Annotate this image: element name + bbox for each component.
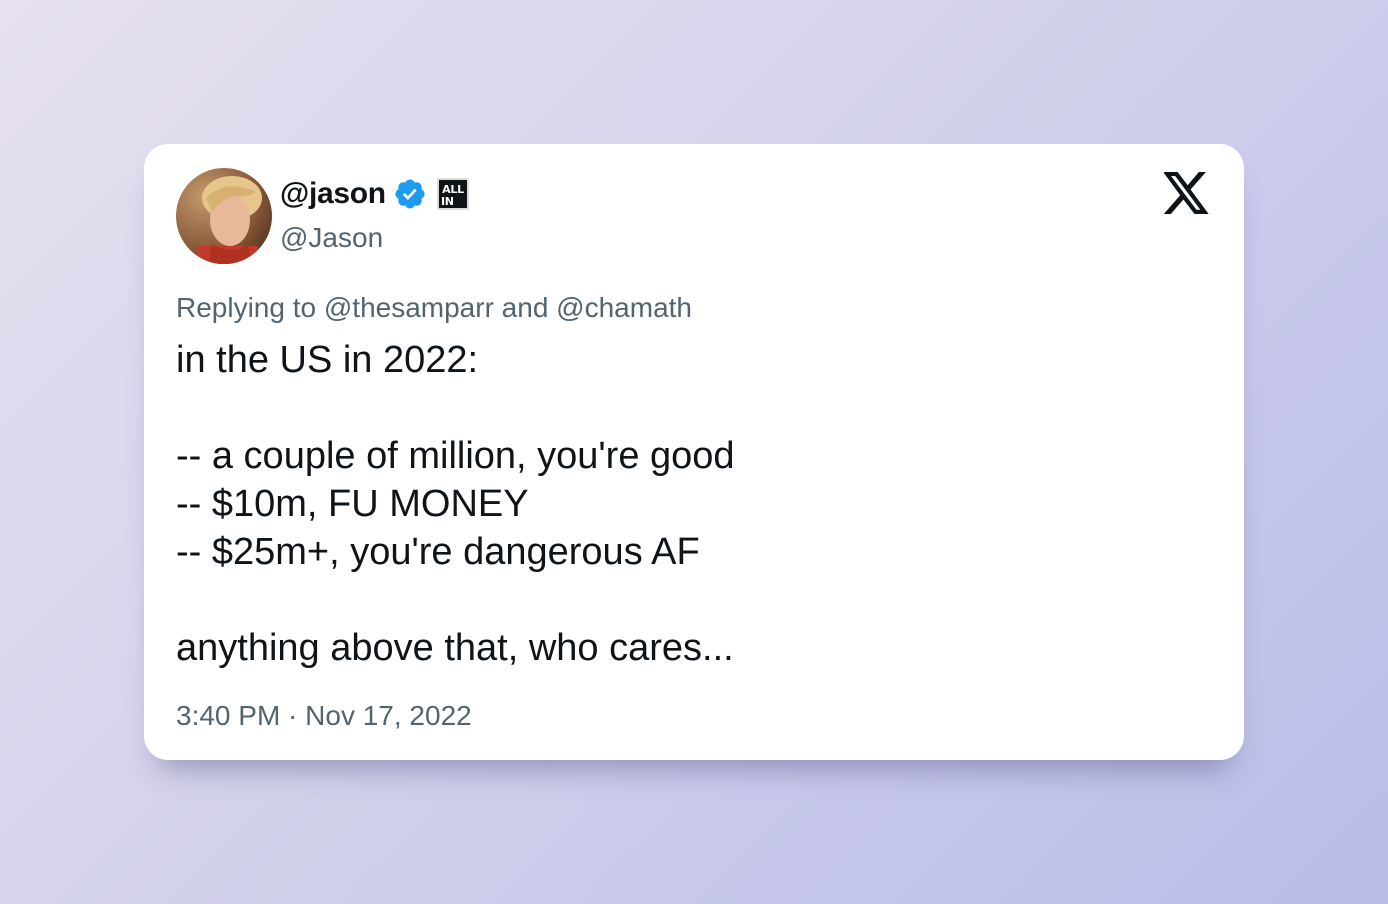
all-in-badge-icon[interactable]: ALL IN <box>436 178 469 210</box>
display-name-row[interactable]: @jason ALL IN <box>280 174 469 214</box>
tweet-timestamp[interactable]: 3:40 PM · Nov 17, 2022 <box>176 698 472 734</box>
tweet-text-line: -- a couple of million, you're good <box>176 435 735 477</box>
tweet-text-line: in the US in 2022: <box>176 339 479 381</box>
tweet-text-line <box>176 384 1206 432</box>
user-handle[interactable]: @Jason <box>280 220 383 256</box>
verified-badge-icon <box>393 177 427 211</box>
x-logo-icon[interactable] <box>1163 172 1210 214</box>
display-name[interactable]: @jason <box>280 174 386 214</box>
tweet-text-line: -- $10m, FU MONEY <box>176 483 529 525</box>
tweet-text-line: anything above that, who cares... <box>176 627 734 669</box>
tweet-text: in the US in 2022: -- a couple of millio… <box>176 336 1206 672</box>
all-in-badge-line2: IN <box>441 195 454 208</box>
tweet-text-line: -- $25m+, you're dangerous AF <box>176 531 700 573</box>
avatar[interactable] <box>176 168 272 264</box>
reply-context[interactable]: Replying to @thesamparr and @chamath <box>176 290 692 326</box>
tweet-text-line <box>176 576 1206 624</box>
tweet-card: @jason ALL IN @Jason Replying to @thesam… <box>144 144 1244 760</box>
